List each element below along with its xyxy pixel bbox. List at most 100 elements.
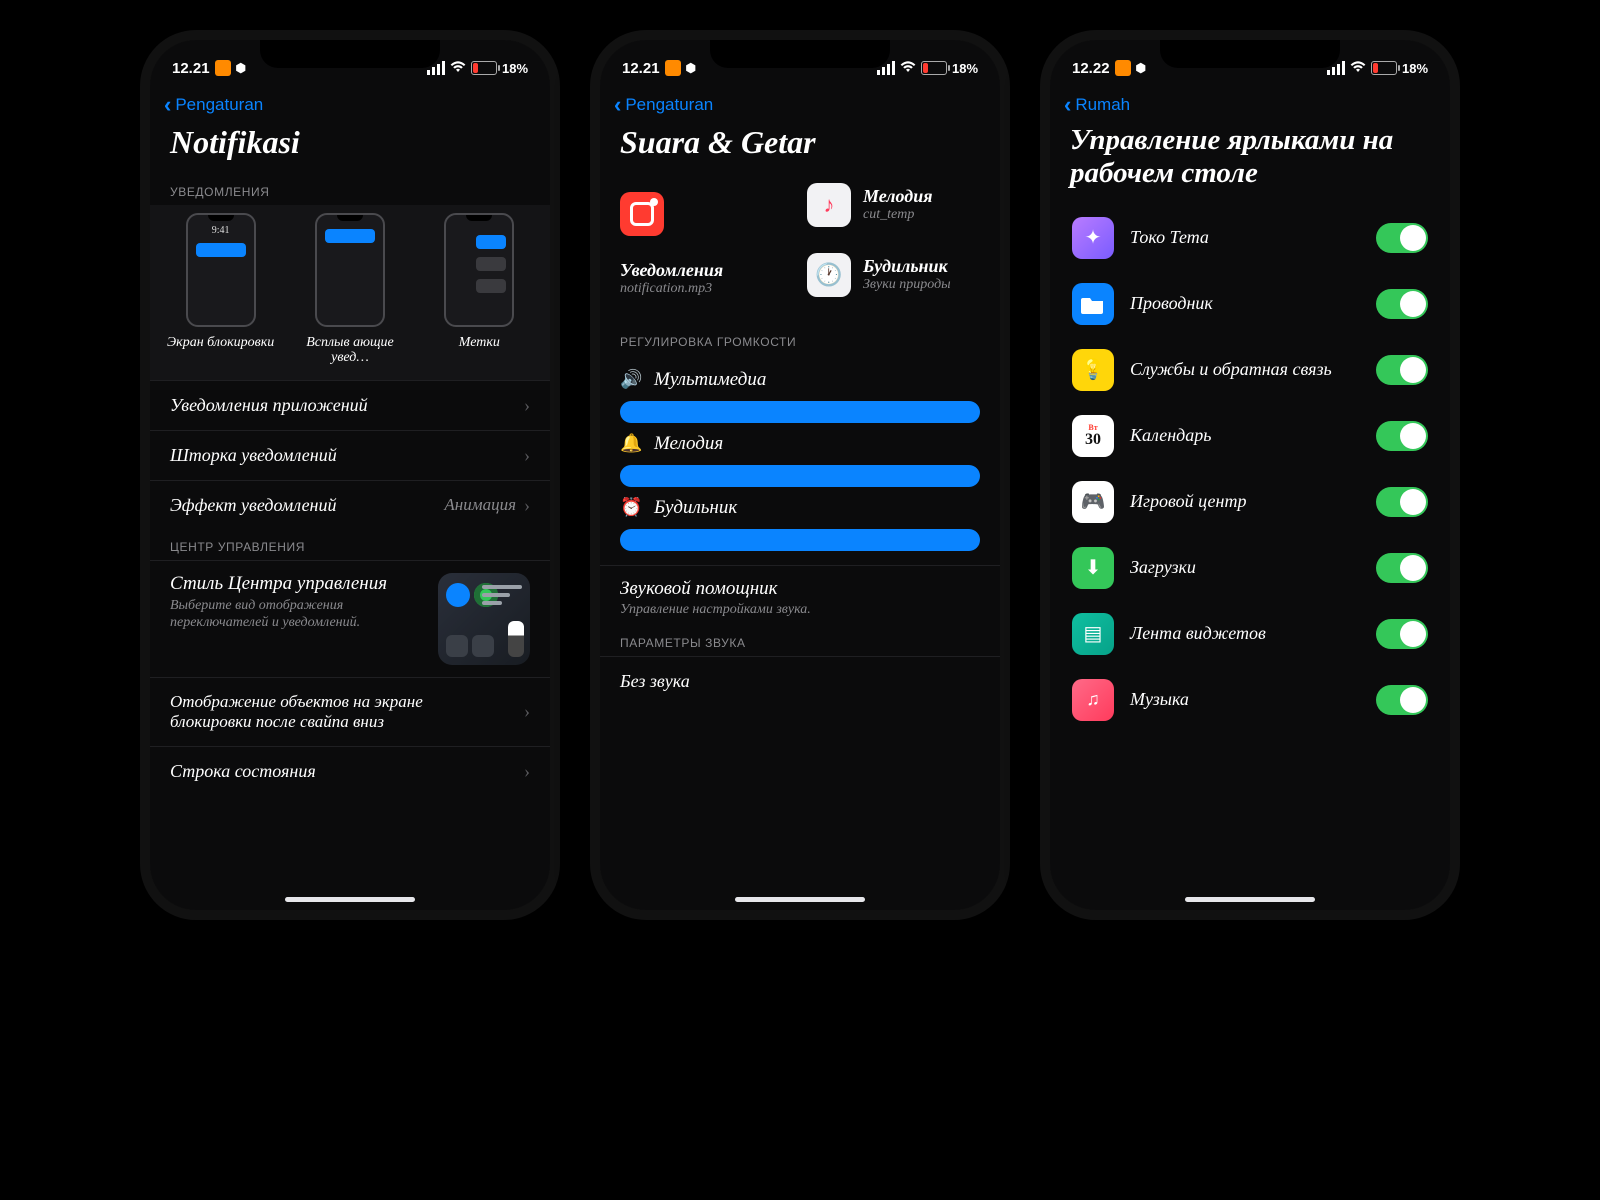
battery-icon [471, 61, 497, 75]
back-label: Pengaturan [175, 95, 263, 115]
notch [260, 40, 440, 68]
tile-popup[interactable]: Всплыв ающие увед… [295, 213, 405, 366]
status-time: 12.21 [172, 60, 210, 77]
app-row-game-center: 🎮 Игровой центр [1050, 469, 1450, 535]
row-swipe-down-objects[interactable]: Отображение объектов на экране блокировк… [150, 677, 550, 747]
slider-ringtone[interactable] [620, 465, 980, 487]
back-button[interactable]: ‹ Rumah [1050, 90, 1450, 116]
app-row-downloads: ⬇ Загрузки [1050, 535, 1450, 601]
section-volume: РЕГУЛИРОВКА ГРОМКОСТИ [600, 325, 1000, 355]
card-alarm[interactable]: 🕐 Будильник Звуки природы [807, 253, 980, 297]
slider-alarm[interactable] [620, 529, 980, 551]
battery-icon [921, 61, 947, 75]
row-notification-shade[interactable]: Шторка уведомлений › [150, 430, 550, 480]
chevron-right-icon: › [524, 445, 530, 466]
section-sound-params: ПАРАМЕТРЫ ЗВУКА [600, 630, 1000, 656]
effect-value: Анимация [444, 495, 516, 515]
chevron-right-icon: › [524, 701, 530, 723]
chevron-left-icon: ‹ [614, 94, 621, 116]
toggle-files[interactable] [1376, 289, 1428, 319]
slider-label-media: 🔊 Мультимедиа [620, 369, 980, 391]
status-shield-icon: ⬢ [1136, 61, 1146, 75]
status-shield-icon: ⬢ [236, 61, 246, 75]
clock-icon: 🕐 [807, 253, 851, 297]
slider-media[interactable] [620, 401, 980, 423]
download-icon: ⬇ [1072, 547, 1114, 589]
app-row-music: ♫ Музыка [1050, 667, 1450, 733]
card-notification-sound[interactable]: Уведомления notification.mp3 [620, 183, 793, 307]
row-status-bar[interactable]: Строка состояния › [150, 746, 550, 796]
row-notification-effect[interactable]: Эффект уведомлений Анимация › [150, 480, 550, 530]
back-button[interactable]: ‹ Pengaturan [600, 90, 1000, 116]
home-indicator[interactable] [285, 897, 415, 902]
chevron-right-icon: › [524, 761, 530, 782]
chevron-right-icon: › [524, 395, 530, 416]
status-time: 12.21 [622, 60, 660, 77]
row-app-notifications[interactable]: Уведомления приложений › [150, 380, 550, 430]
app-row-theme-store: ✦ Токо Тета [1050, 205, 1450, 271]
tile-badges[interactable]: Метки [424, 213, 534, 366]
theme-store-icon: ✦ [1072, 217, 1114, 259]
wifi-icon [450, 60, 466, 76]
page-title: Suara & Getar [600, 116, 1000, 175]
toggle-music[interactable] [1376, 685, 1428, 715]
toggle-theme-store[interactable] [1376, 223, 1428, 253]
battery-percent: 18% [502, 61, 528, 76]
notification-icon [620, 192, 664, 236]
files-icon [1072, 283, 1114, 325]
back-button[interactable]: ‹ Pengaturan [150, 90, 550, 116]
status-app-icon [665, 60, 681, 76]
app-row-calendar: Вт 30 Календарь [1050, 403, 1450, 469]
music-icon: ♫ [1072, 679, 1114, 721]
row-sound-assistant[interactable]: Звуковой помощник Управление настройками… [600, 565, 1000, 630]
home-indicator[interactable] [735, 897, 865, 902]
toggle-calendar[interactable] [1376, 421, 1428, 451]
back-label: Pengaturan [625, 95, 713, 115]
row-silent[interactable]: Без звука [600, 656, 1000, 696]
toggle-game-center[interactable] [1376, 487, 1428, 517]
app-row-widgets: ▤ Лента виджетов [1050, 601, 1450, 667]
calendar-icon: Вт 30 [1072, 415, 1114, 457]
notch [1160, 40, 1340, 68]
section-control-center: ЦЕНТР УПРАВЛЕНИЯ [150, 530, 550, 560]
slider-label-ringtone: 🔔 Мелодия [620, 433, 980, 455]
status-app-icon [215, 60, 231, 76]
home-indicator[interactable] [1185, 897, 1315, 902]
battery-icon [1371, 61, 1397, 75]
wifi-icon [1350, 60, 1366, 76]
battery-percent: 18% [952, 61, 978, 76]
row-control-center-style[interactable]: Стиль Центра управления Выберите вид ото… [150, 560, 550, 677]
control-center-thumbnail [438, 573, 530, 665]
app-row-feedback: 💡 Службы и обратная связь [1050, 337, 1450, 403]
wifi-icon [900, 60, 916, 76]
app-row-files: Проводник [1050, 271, 1450, 337]
status-time: 12.22 [1072, 60, 1110, 77]
battery-percent: 18% [1402, 61, 1428, 76]
bell-icon: 🔔 [620, 433, 642, 454]
gamepad-icon: 🎮 [1072, 481, 1114, 523]
phone-notifikasi: 12.21 ⬢ 18% ‹ Pengaturan Notifikasi [140, 30, 560, 920]
toggle-feedback[interactable] [1376, 355, 1428, 385]
card-ringtone[interactable]: ♪ Мелодия cut_temp [807, 183, 980, 227]
notch [710, 40, 890, 68]
notification-style-tiles: 9:41 Экран блокировки Всплыв ающие увед…… [150, 205, 550, 380]
phone-suara-getar: 12.21 ⬢ 18% ‹ Pengaturan Suara & Getar [590, 30, 1010, 920]
alarm-icon: ⏰ [620, 497, 642, 518]
chevron-right-icon: › [524, 495, 530, 516]
bulb-icon: 💡 [1072, 349, 1114, 391]
chevron-left-icon: ‹ [1064, 94, 1071, 116]
chevron-left-icon: ‹ [164, 94, 171, 116]
tile-lockscreen[interactable]: 9:41 Экран блокировки [166, 213, 276, 366]
slider-label-alarm: ⏰ Будильник [620, 497, 980, 519]
status-shield-icon: ⬢ [686, 61, 696, 75]
page-title: Управление ярлыками на рабочем столе [1050, 116, 1450, 205]
page-title: Notifikasi [150, 116, 550, 175]
back-label: Rumah [1075, 95, 1130, 115]
section-notifications: УВЕДОМЛЕНИЯ [150, 175, 550, 205]
toggle-widgets[interactable] [1376, 619, 1428, 649]
speaker-icon: 🔊 [620, 369, 642, 390]
phone-home-shortcuts: 12.22 ⬢ 18% ‹ Rumah Управление ярлыками … [1040, 30, 1460, 920]
toggle-downloads[interactable] [1376, 553, 1428, 583]
status-app-icon [1115, 60, 1131, 76]
music-note-icon: ♪ [807, 183, 851, 227]
